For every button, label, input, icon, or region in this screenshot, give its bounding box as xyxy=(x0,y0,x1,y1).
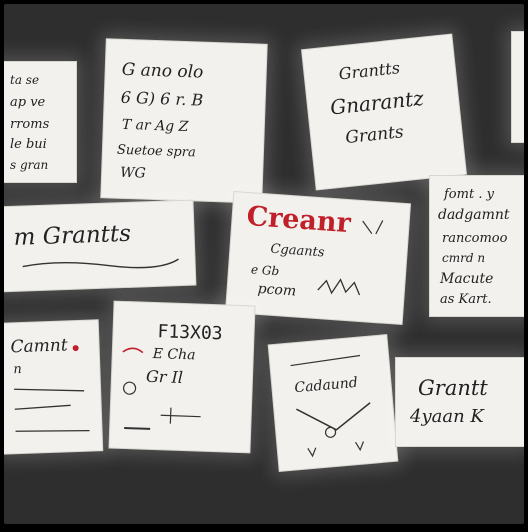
note-text: as Kart. xyxy=(440,292,492,307)
note-text: WG xyxy=(119,164,146,182)
sticky-note-10: Grantt 4yaan K xyxy=(396,358,524,446)
sticky-note-4: fomt . y dadgamnt rancomoo cmrd n Macute… xyxy=(430,176,524,316)
sticky-note-9: Cadaund xyxy=(268,335,398,471)
note-text: Grants xyxy=(344,122,405,149)
note-text: rroms xyxy=(10,117,50,132)
note-text: G ano olo xyxy=(121,59,204,83)
note-text: dadgamnt xyxy=(438,207,510,223)
note-text: cmrd n xyxy=(442,251,486,265)
note-text: Grantt xyxy=(418,376,488,400)
note-text: fomt . y xyxy=(444,187,494,202)
note-text: le bui xyxy=(10,137,47,152)
sticky-note-8: F13X03 E Cha Gr Il xyxy=(109,301,255,453)
note-text: Gnarantz xyxy=(328,85,425,120)
scribble-lines xyxy=(22,258,179,269)
note-text: ap ve xyxy=(10,95,46,110)
sticky-note-7: Camnt n xyxy=(4,320,103,454)
note-text: 6 G) 6 r. B xyxy=(120,87,204,110)
sticky-note-3: Grantts Gnarantz Grants xyxy=(302,34,466,190)
corkboard-background: ta se ap ve rroms le bui s gran G ano ol… xyxy=(4,4,524,524)
scribble-lines xyxy=(14,388,90,432)
note-text: ta se xyxy=(10,73,40,87)
scribble-doodle xyxy=(317,220,384,296)
sticky-note-2: G ano olo 6 G) 6 r. B T ar Ag Z Suetoe s… xyxy=(101,39,267,203)
sticky-note-6: Creanr Cgaants e Gb pcom xyxy=(226,192,410,324)
sticky-note-1: ta se ap ve rroms le bui s gran xyxy=(4,62,76,182)
note-text: s gran xyxy=(10,158,49,172)
note-text: Macute xyxy=(440,271,494,287)
note-text: Grantts xyxy=(337,58,401,84)
sticky-note-edge xyxy=(512,32,524,142)
note-text: rancomoo xyxy=(442,231,508,246)
sticky-note-5: m Grantts xyxy=(4,200,196,292)
note-text: Suetoe spra xyxy=(116,142,196,161)
note-text: T ar Ag Z xyxy=(121,116,189,136)
scribble-doodle xyxy=(290,354,371,458)
scribble-doodle xyxy=(122,347,201,430)
note-text: 4yaan K xyxy=(410,406,484,427)
